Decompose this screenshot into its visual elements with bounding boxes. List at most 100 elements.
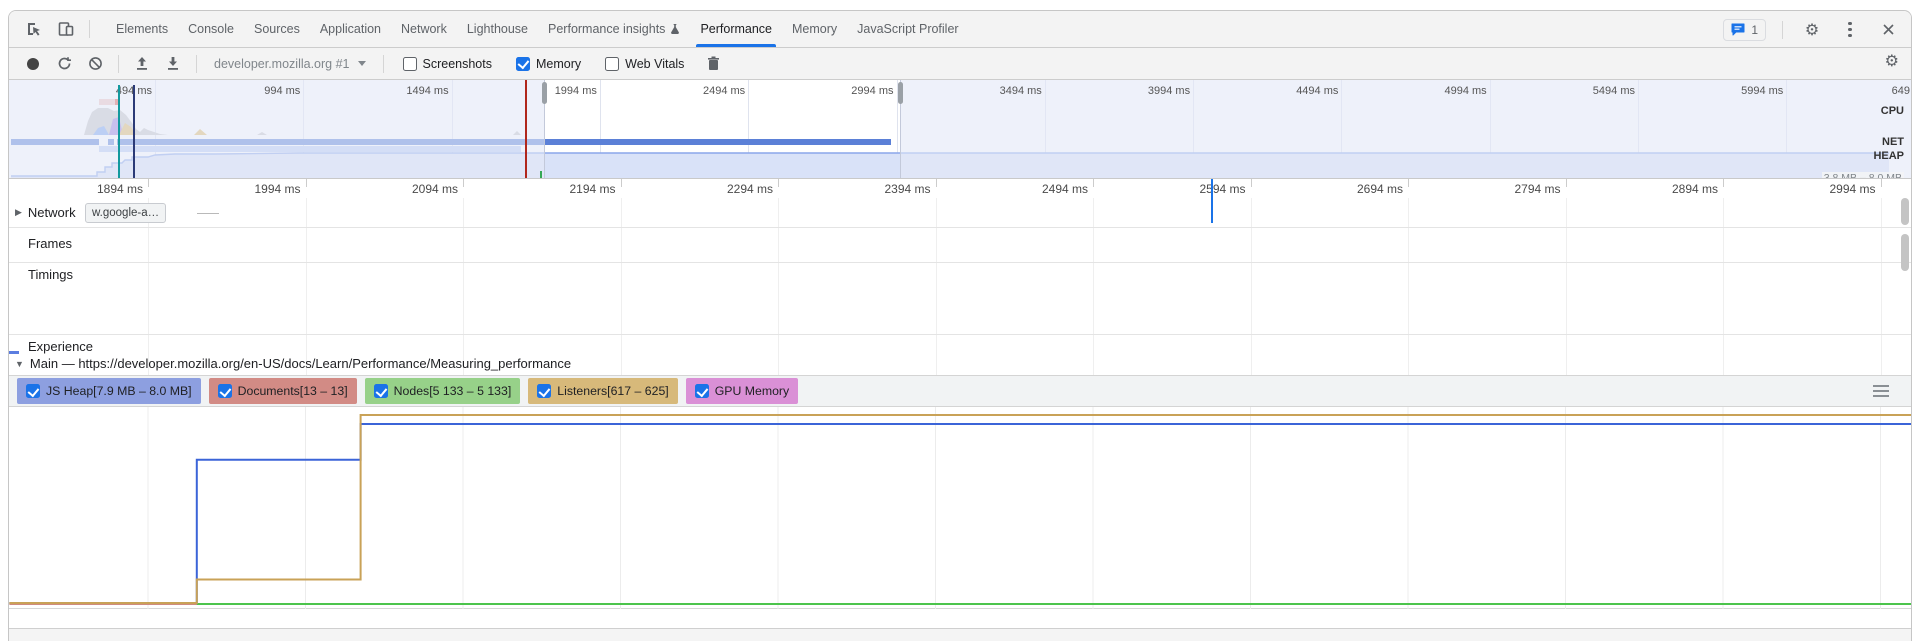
tab-console[interactable]: Console [178, 11, 244, 47]
trash-icon[interactable] [701, 52, 725, 76]
checked-checkbox-icon[interactable] [374, 384, 388, 398]
toolbar-checkboxes: Screenshots Memory Web Vitals [395, 57, 685, 71]
timeline-ruler: 1894 ms1994 ms2094 ms2194 ms2294 ms2394 … [9, 179, 1911, 198]
tab-network[interactable]: Network [391, 11, 457, 47]
overview-ruler-label: 2994 ms [804, 85, 894, 97]
divider [89, 20, 90, 38]
chevron-down-icon [358, 61, 366, 66]
tab-javascript-profiler[interactable]: JavaScript Profiler [847, 11, 968, 47]
save-profile-icon[interactable] [161, 52, 185, 76]
issues-chat-icon [1731, 23, 1746, 36]
inspect-element-icon[interactable] [21, 16, 47, 42]
vertical-scrollbar[interactable] [1900, 198, 1909, 375]
layout-shift-marker [9, 351, 19, 354]
close-icon[interactable] [1875, 17, 1901, 43]
tab-sources[interactable]: Sources [244, 11, 310, 47]
ruler-label: 2694 ms [1293, 182, 1403, 196]
net-label: NET [1882, 136, 1904, 148]
ruler-label: 2894 ms [1608, 182, 1718, 196]
checked-checkbox-icon[interactable] [516, 57, 530, 71]
checked-checkbox-icon[interactable] [695, 384, 709, 398]
track-timings[interactable]: Timings [28, 267, 73, 282]
expand-arrow-icon[interactable]: ▶ [15, 207, 22, 218]
memory-counters-chart[interactable] [9, 407, 1911, 609]
playhead-line[interactable] [1211, 179, 1213, 223]
performance-toolbar: developer.mozilla.org #1 Screenshots Memo… [9, 48, 1911, 80]
overview-ruler-label: 4994 ms [1397, 85, 1487, 97]
checked-checkbox-icon[interactable] [218, 384, 232, 398]
overview-ruler-label: 2494 ms [655, 85, 745, 97]
hamburger-menu-icon[interactable] [1873, 385, 1889, 397]
network-request-badge[interactable]: w.google-a… [85, 203, 166, 223]
memory-counters-legend: JS Heap[7.9 MB – 8.0 MB] Documents[13 – 1… [9, 375, 1911, 407]
devtools-tab-bar: ElementsConsoleSourcesApplicationNetwork… [9, 11, 1911, 48]
devtools-window: ElementsConsoleSourcesApplicationNetwork… [8, 10, 1912, 641]
tab-performance[interactable]: Performance [690, 11, 782, 47]
checked-checkbox-icon[interactable] [26, 384, 40, 398]
selection-handle[interactable] [542, 82, 547, 104]
timeline-tracks: ▶ Network w.google-a… Frames Timings Exp… [9, 198, 1911, 375]
unchecked-checkbox-icon[interactable] [403, 57, 417, 71]
divider [1782, 21, 1783, 39]
tab-elements[interactable]: Elements [106, 11, 178, 47]
legend-nodes[interactable]: Nodes[5 133 – 5 133] [365, 378, 521, 404]
legend-documents[interactable]: Documents[13 – 13] [209, 378, 357, 404]
panel-tabs: ElementsConsoleSourcesApplicationNetwork… [106, 11, 969, 47]
selection-handle[interactable] [898, 82, 903, 104]
checkbox-screenshots[interactable]: Screenshots [403, 57, 492, 71]
ruler-label: 2194 ms [506, 182, 616, 196]
record-button[interactable] [21, 52, 45, 76]
clear-recording-icon[interactable] [83, 52, 107, 76]
unchecked-checkbox-icon[interactable] [605, 57, 619, 71]
collapse-arrow-icon[interactable]: ▼ [15, 359, 24, 369]
issues-badge[interactable]: 1 [1723, 19, 1766, 41]
legend-js-heap[interactable]: JS Heap[7.9 MB – 8.0 MB] [17, 378, 201, 404]
legend-gpu-memory[interactable]: GPU Memory [686, 378, 798, 404]
load-profile-icon[interactable] [130, 52, 154, 76]
checkbox-memory[interactable]: Memory [516, 57, 581, 71]
track-frames[interactable]: Frames [28, 236, 72, 251]
overview-ruler-label: 5994 ms [1693, 85, 1783, 97]
event-marker [525, 80, 527, 179]
series-listeners [9, 415, 1912, 603]
reload-and-record-button[interactable] [52, 52, 76, 76]
ruler-label: 2794 ms [1451, 182, 1561, 196]
overview-ruler-label: 1494 ms [359, 85, 449, 97]
ruler-label: 2094 ms [348, 182, 458, 196]
track-experience[interactable]: Experience [28, 339, 93, 354]
tab-performance-insights[interactable]: Performance insights [538, 11, 690, 47]
capture-settings-gear-icon[interactable]: ⚙ [1885, 53, 1899, 69]
device-toolbar-icon[interactable] [53, 16, 79, 42]
tab-lighthouse[interactable]: Lighthouse [457, 11, 538, 47]
checkbox-web-vitals[interactable]: Web Vitals [605, 57, 684, 71]
more-options-icon[interactable] [1837, 17, 1863, 43]
ruler-label: 2594 ms [1136, 182, 1246, 196]
overview-ruler-label: 994 ms [210, 85, 300, 97]
overview-ruler-label: 1994 ms [507, 85, 597, 97]
ruler-label: 2994 ms [1766, 182, 1876, 196]
scrollbar-thumb[interactable] [1901, 234, 1909, 271]
track-main[interactable]: ▼ Main — https://developer.mozilla.org/e… [15, 356, 571, 371]
legend-listeners[interactable]: Listeners[617 – 625] [528, 378, 677, 404]
event-marker [133, 85, 135, 179]
series-js-heap [9, 424, 1912, 603]
overview-ruler-label: 4494 ms [1248, 85, 1338, 97]
timeline-overview[interactable]: 494 ms994 ms1494 ms1994 ms2494 ms2994 ms… [9, 80, 1911, 179]
event-marker [540, 171, 542, 179]
overview-ruler-label: 3494 ms [952, 85, 1042, 97]
ruler-label: 2494 ms [978, 182, 1088, 196]
profile-select[interactable]: developer.mozilla.org #1 [208, 57, 372, 71]
flask-icon [670, 23, 680, 35]
scrollbar-thumb[interactable] [1901, 198, 1909, 225]
checked-checkbox-icon[interactable] [537, 384, 551, 398]
ruler-label: 2394 ms [821, 182, 931, 196]
settings-gear-icon[interactable]: ⚙ [1799, 17, 1825, 43]
cpu-label: CPU [1881, 105, 1904, 117]
track-network[interactable]: ▶ Network [15, 205, 76, 220]
horizontal-scrollbar[interactable] [9, 629, 1911, 641]
ruler-label: 1994 ms [191, 182, 301, 196]
heap-label: HEAP [1873, 150, 1904, 162]
tab-memory[interactable]: Memory [782, 11, 847, 47]
tab-application[interactable]: Application [310, 11, 391, 47]
ruler-label: 1894 ms [33, 182, 143, 196]
